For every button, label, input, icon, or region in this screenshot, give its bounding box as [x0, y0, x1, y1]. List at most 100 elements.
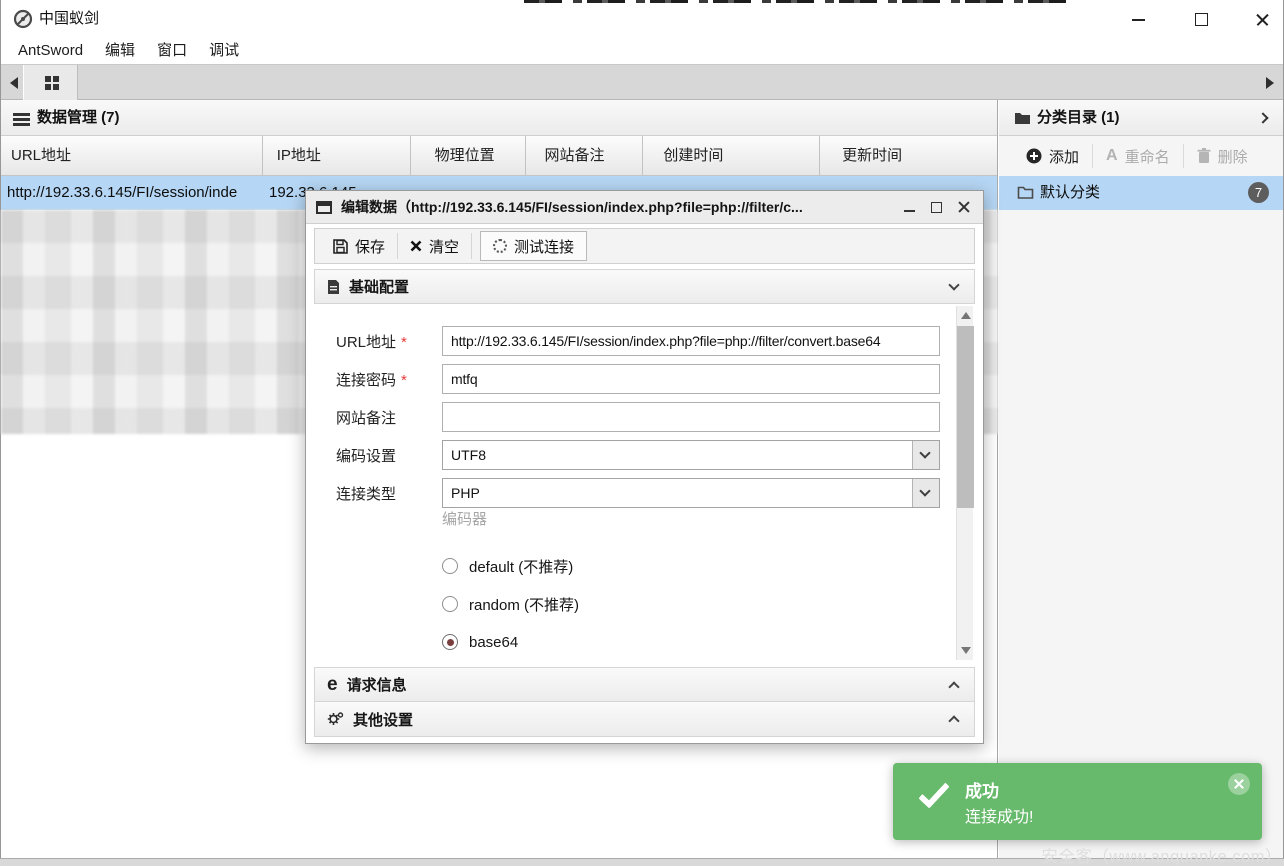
section-other-settings[interactable]: 其他设置 — [314, 702, 975, 737]
category-item-label: 默认分类 — [1040, 184, 1101, 201]
watermark-text: 安全客（www.anquanke.com） — [1041, 848, 1282, 866]
antsword-window: 中国蚁剑 AntSword 编辑 窗口 调试 数据管理 (7) URL地址 IP… — [0, 0, 1284, 866]
scrollbar-thumb[interactable] — [957, 326, 974, 508]
required-mark: * — [401, 372, 407, 389]
rename-category-label: 重命名 — [1124, 148, 1170, 166]
clear-label: 清空 — [429, 238, 460, 256]
encoding-select[interactable]: UTF8 — [442, 440, 940, 470]
encoding-label: 编码设置 — [336, 448, 397, 465]
menu-bar: AntSword 编辑 窗口 调试 — [1, 38, 1283, 64]
section-base-title: 基础配置 — [349, 279, 410, 296]
scroll-down-icon[interactable] — [961, 647, 971, 654]
list-icon — [13, 113, 30, 116]
save-icon — [333, 238, 348, 254]
success-toast[interactable]: 成功 连接成功! — [893, 763, 1262, 840]
chevron-down-icon — [919, 485, 931, 497]
dialog-toolbar: 保存 清空 测试连接 — [314, 228, 975, 264]
radio-default-label: default (不推荐) — [469, 558, 574, 576]
url-label: URL地址 * — [336, 334, 407, 351]
radio-base64-label: base64 — [469, 633, 519, 651]
radio-icon — [442, 596, 458, 612]
tab-bar — [1, 64, 1283, 100]
dialog-maximize-button[interactable] — [928, 198, 946, 216]
menu-antsword[interactable]: AntSword — [7, 38, 94, 64]
close-button[interactable] — [1244, 0, 1278, 38]
folder-icon — [1014, 111, 1031, 125]
delete-category-label: 删除 — [1217, 148, 1248, 166]
column-location[interactable]: 物理位置 — [411, 136, 527, 175]
clear-button[interactable]: 清空 — [398, 231, 471, 261]
tab-scroll-left-icon[interactable] — [10, 77, 18, 89]
chevron-down-icon — [919, 447, 931, 459]
chevron-up-icon — [948, 680, 960, 693]
document-icon — [327, 279, 340, 295]
toast-close-button[interactable] — [1228, 773, 1250, 795]
required-mark: * — [401, 334, 407, 351]
column-ip[interactable]: IP地址 — [263, 136, 411, 175]
trash-icon — [1197, 148, 1211, 164]
category-panel: 分类目录 (1) 添加 A 重命名 删除 默认分类 7 — [999, 100, 1283, 858]
delete-category-button[interactable]: 删除 — [1184, 136, 1261, 176]
dialog-close-button[interactable] — [955, 198, 973, 216]
url-input[interactable] — [442, 326, 940, 356]
spinner-icon — [493, 239, 508, 253]
column-note[interactable]: 网站备注 — [526, 136, 644, 175]
password-input[interactable] — [442, 364, 940, 394]
tab-data-manager[interactable] — [23, 65, 78, 100]
dialog-window-icon — [316, 200, 332, 214]
scroll-up-icon[interactable] — [961, 312, 971, 319]
edit-data-dialog: 编辑数据（http://192.33.6.145/FI/session/inde… — [305, 190, 984, 744]
table-header-row: URL地址 IP地址 物理位置 网站备注 创建时间 更新时间 — [1, 136, 997, 176]
rename-category-button[interactable]: A 重命名 — [1093, 136, 1183, 176]
conn-type-value: PHP — [451, 485, 480, 501]
add-category-label: 添加 — [1049, 148, 1080, 166]
window-title: 中国蚁剑 — [39, 10, 100, 27]
column-created[interactable]: 创建时间 — [643, 136, 821, 175]
radio-option-random[interactable]: random (不推荐) — [442, 594, 579, 614]
chevron-down-icon — [948, 279, 960, 291]
maximize-button[interactable] — [1184, 0, 1218, 38]
conn-type-select[interactable]: PHP — [442, 478, 940, 508]
radio-icon — [442, 558, 458, 574]
menu-debug[interactable]: 调试 — [198, 38, 250, 64]
add-category-button[interactable]: 添加 — [1013, 136, 1092, 176]
radio-option-base64[interactable]: base64 — [442, 632, 518, 652]
tab-scroll-right-icon[interactable] — [1266, 77, 1274, 89]
test-connection-button[interactable]: 测试连接 — [480, 231, 588, 261]
toast-title: 成功 — [965, 782, 999, 801]
password-label: 连接密码 * — [336, 372, 407, 389]
category-item-default[interactable]: 默认分类 7 — [999, 176, 1283, 210]
menu-window[interactable]: 窗口 — [146, 38, 198, 64]
rename-icon: A — [1106, 147, 1118, 164]
grid-icon — [45, 76, 51, 82]
section-request-title: 请求信息 — [346, 677, 407, 694]
section-request-info[interactable]: e 请求信息 — [314, 667, 975, 702]
note-input[interactable] — [442, 402, 940, 432]
dialog-minimize-button[interactable] — [901, 198, 919, 216]
section-other-title: 其他设置 — [353, 711, 414, 729]
title-bar: 中国蚁剑 — [1, 0, 1283, 38]
menu-edit[interactable]: 编辑 — [94, 38, 146, 64]
column-updated[interactable]: 更新时间 — [820, 136, 997, 175]
minimize-button[interactable] — [1121, 0, 1155, 38]
save-button[interactable]: 保存 — [321, 231, 397, 261]
data-manager-header: 数据管理 (7) — [1, 100, 997, 136]
top-crop-artifact — [524, 0, 1066, 3]
save-label: 保存 — [355, 238, 386, 256]
radio-option-default[interactable]: default (不推荐) — [442, 556, 573, 576]
encoding-value: UTF8 — [451, 447, 486, 463]
form-scrollbar[interactable] — [956, 306, 974, 660]
select-dropdown-button[interactable] — [912, 441, 939, 469]
category-header: 分类目录 (1) — [999, 100, 1283, 136]
category-title: 分类目录 (1) — [1037, 109, 1120, 126]
section-base-config[interactable]: 基础配置 — [314, 269, 975, 304]
category-count-badge: 7 — [1248, 182, 1269, 203]
separator — [471, 233, 473, 259]
chevron-right-icon[interactable] — [1257, 112, 1269, 124]
app-logo-icon — [13, 9, 33, 29]
select-dropdown-button[interactable] — [912, 479, 939, 507]
conn-type-label: 连接类型 — [336, 486, 397, 503]
x-icon — [410, 240, 422, 252]
column-url[interactable]: URL地址 — [1, 136, 263, 175]
radio-random-label: random (不推荐) — [469, 596, 580, 614]
